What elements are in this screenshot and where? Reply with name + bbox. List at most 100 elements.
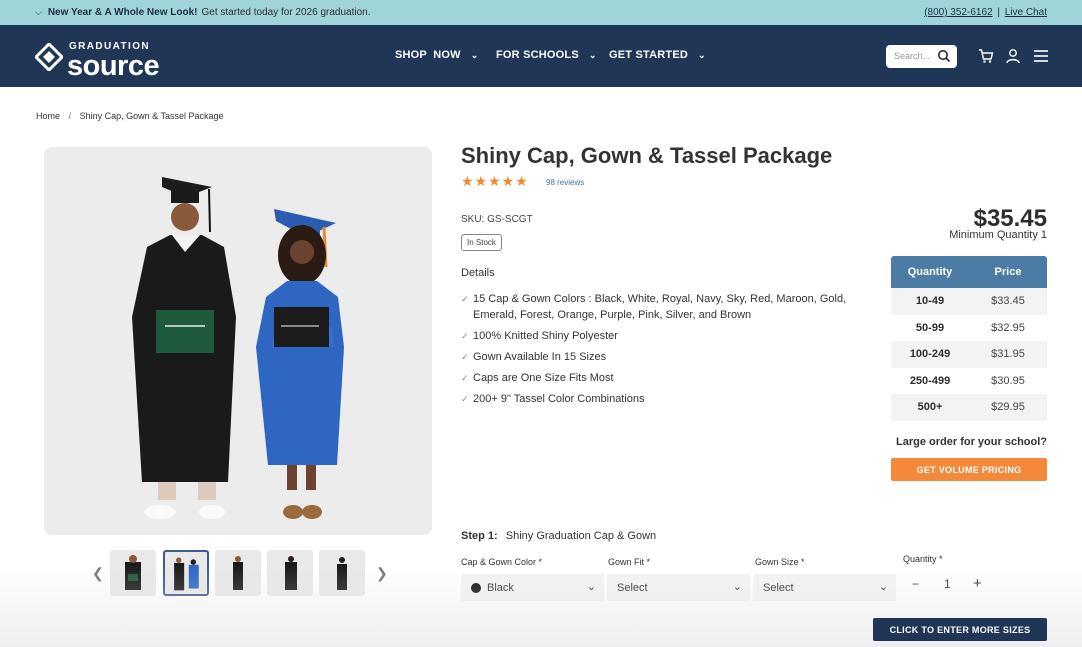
detail-text: Gown Available In 15 Sizes	[473, 351, 607, 363]
logo-big-text: source	[67, 50, 160, 82]
thumbnail-image	[174, 557, 199, 591]
cell-price: $29.95	[991, 401, 1025, 414]
color-field-label: Cap & Gown Color *	[461, 557, 543, 567]
step-label: Step 1:	[461, 530, 498, 542]
table-row: 10-49 $33.45	[891, 288, 1047, 315]
check-icon: ✓	[461, 373, 469, 383]
cell-quantity: 50-99	[915, 321, 945, 334]
enter-more-sizes-button[interactable]: CLICK TO ENTER MORE SIZES	[873, 618, 1047, 641]
nav-label: FOR SCHOOLS	[496, 49, 579, 61]
nav-get-started[interactable]: GET STARTED ⌄	[609, 49, 706, 61]
color-swatch	[471, 582, 481, 593]
thumbnail[interactable]	[267, 550, 313, 596]
stock-badge: In Stock	[461, 234, 502, 251]
details-list: ✓ 15 Cap & Gown Colors : Black, White, Ro…	[461, 291, 881, 412]
product-title: Shiny Cap, Gown & Tassel Package	[461, 143, 833, 168]
star-rating-icon: ★★★★★	[461, 173, 529, 189]
table-row: 250-499 $30.95	[891, 367, 1047, 394]
table-row: 50-99 $32.95	[891, 314, 1047, 341]
nav-label: GET STARTED	[609, 49, 688, 61]
chevron-down-icon: ⌄	[698, 49, 706, 60]
cell-price: $32.95	[991, 321, 1025, 334]
table-row: 500+ $29.95	[891, 394, 1047, 421]
phone-link[interactable]: (800) 352-6162	[924, 7, 992, 18]
detail-item: ✓ 100% Knitted Shiny Polyester	[461, 328, 881, 344]
cell-price: $31.95	[991, 348, 1025, 361]
thumbnail[interactable]	[110, 550, 156, 596]
logo-mark-icon	[35, 43, 63, 71]
chevron-down-icon: ⌄	[588, 49, 597, 60]
thumbnail-image	[125, 555, 141, 590]
search-icon[interactable]	[937, 49, 951, 63]
check-icon: ✓	[461, 352, 469, 362]
detail-item: ✓ Caps are One Size Fits Most	[461, 370, 881, 386]
thumbnail[interactable]	[319, 550, 365, 596]
pricing-table-header: Quantity Price	[891, 256, 1047, 288]
details-heading: Details	[461, 267, 495, 279]
detail-item: ✓ 200+ 9" Tassel Color Combinations	[461, 391, 881, 407]
product-sku: SKU: GS-SCGT	[461, 214, 533, 225]
breadcrumb-home[interactable]: Home	[36, 111, 60, 121]
step-heading: Step 1: Shiny Graduation Cap & Gown	[461, 530, 656, 542]
chevron-down-icon: ⌄	[878, 581, 888, 593]
thumbnail-image	[285, 556, 297, 590]
cell-price: $33.45	[991, 295, 1025, 308]
table-row: 100-249 $31.95	[891, 341, 1047, 368]
check-icon: ✓	[461, 331, 469, 341]
thumbnail-strip	[90, 550, 390, 598]
cell-quantity: 100-249	[909, 348, 951, 361]
quantity-stepper: − 1 +	[902, 574, 994, 598]
detail-text: Caps are One Size Fits Most	[473, 372, 614, 384]
get-volume-pricing-button[interactable]: GET VOLUME PRICING	[891, 458, 1047, 481]
search-placeholder: Search...	[894, 51, 931, 61]
cart-icon[interactable]	[978, 48, 994, 64]
detail-text: 15 Cap & Gown Colors : Black, White, Roy…	[473, 293, 847, 321]
reviews-link[interactable]: 98 reviews	[546, 178, 584, 187]
check-icon: ✓	[461, 294, 469, 304]
product-main-image[interactable]	[44, 147, 432, 535]
breadcrumb: Home / Shiny Cap, Gown & Tassel Package	[36, 111, 223, 121]
header-quantity: Quantity	[907, 266, 953, 278]
quantity-plus-button[interactable]: +	[973, 575, 982, 592]
minimum-quantity: Minimum Quantity 1	[949, 229, 1047, 241]
size-field-label: Gown Size *	[755, 557, 805, 567]
color-select-value: Black	[487, 581, 514, 594]
live-chat-link[interactable]: Live Chat	[1005, 7, 1047, 18]
nav-for-schools[interactable]: FOR SCHOOLS ⌄	[496, 49, 597, 61]
thumb-next-arrow-icon[interactable]: ❯	[376, 565, 388, 582]
header-price: Price	[994, 266, 1022, 278]
thumbnail-image	[337, 557, 347, 590]
cell-price: $30.95	[991, 374, 1025, 387]
color-select[interactable]: Black ⌄	[461, 574, 604, 601]
account-icon[interactable]	[1005, 48, 1021, 64]
size-select[interactable]: Select ⌄	[753, 574, 896, 601]
site-logo[interactable]: GRADUATION source	[35, 39, 195, 82]
quantity-value[interactable]: 1	[944, 577, 951, 591]
quantity-minus-button[interactable]: −	[912, 577, 919, 591]
fit-select-value: Select	[617, 581, 648, 594]
promo-headline: New Year & A Whole New Look!	[47, 7, 198, 18]
cell-quantity: 500+	[917, 401, 943, 414]
thumbnail[interactable]	[215, 550, 261, 596]
fit-field-label: Gown Fit *	[608, 557, 651, 567]
step-name: Shiny Graduation Cap & Gown	[505, 530, 657, 542]
thumbnail-image	[233, 556, 243, 590]
breadcrumb-separator: /	[68, 111, 72, 121]
size-select-value: Select	[763, 581, 794, 594]
nav-shop-now[interactable]: SHOP NOW ⌄	[395, 49, 479, 61]
chevron-down-icon: ⌄	[470, 49, 479, 60]
search-input[interactable]: Search...	[886, 45, 957, 68]
volume-prompt: Large order for your school?	[896, 436, 1047, 448]
detail-text: 200+ 9" Tassel Color Combinations	[473, 393, 645, 405]
fit-select[interactable]: Select ⌄	[607, 574, 750, 601]
chevron-down-icon[interactable]: ⌵	[35, 7, 42, 18]
cell-quantity: 10-49	[915, 295, 945, 308]
promo-text: Get started today for 2026 graduation.	[201, 7, 371, 18]
pricing-table: Quantity Price 10-49 $33.45 50-99 $32.95 1…	[891, 256, 1047, 421]
promo-bar: ⌵ New Year & A Whole New Look! Get start…	[0, 0, 1082, 25]
chevron-down-icon: ⌄	[732, 581, 742, 593]
menu-icon[interactable]	[1033, 48, 1049, 64]
cell-quantity: 250-499	[909, 374, 951, 387]
check-icon: ✓	[461, 394, 469, 404]
thumbnail-selected[interactable]	[163, 550, 209, 596]
